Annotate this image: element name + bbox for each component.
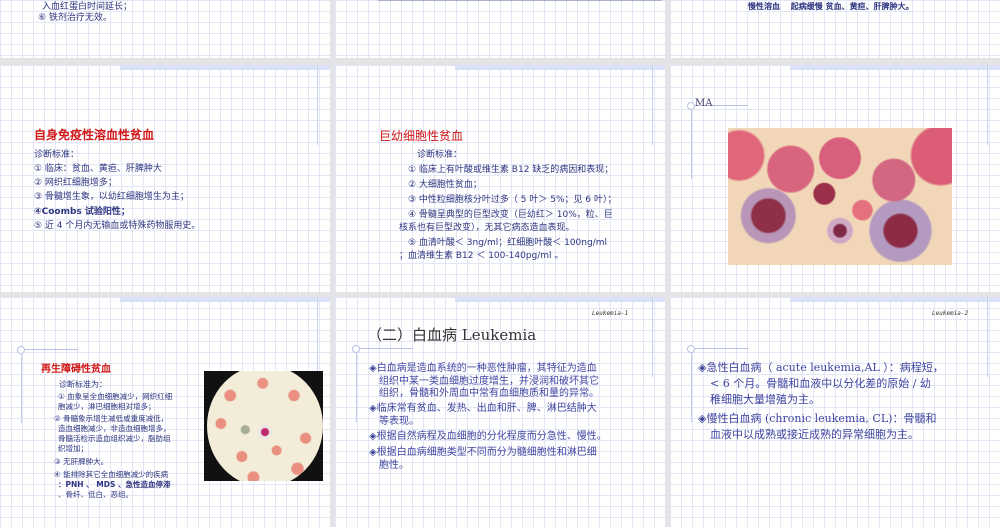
bullet-item: ◈根据白血病细胞类型不同而分为髓细胞性和淋巴细 胞性。: [369, 447, 597, 471]
slide-text-line: ① 临床上有叶酸或维生素 B12 缺乏的病因和表现；: [408, 165, 614, 175]
slide-text-line: 造血细胞减少，非造血细胞增多，: [58, 424, 171, 433]
slide-title: 自身免疫性溶血性贫血: [34, 128, 155, 142]
slide-text-line: 胞减少，淋巴细胞相对增多；: [58, 402, 156, 411]
slide-thumbnail-6[interactable]: MA: [670, 65, 1000, 292]
slide-text-line: ④Coombs 试验阳性；: [34, 207, 130, 217]
blood-smear-image: [204, 371, 323, 481]
bullet-item: ◈白血病是造血系统的一种恶性肿瘤，其特征为造血 组织中某一类血细胞过度增生，并浸润…: [369, 363, 599, 399]
slide-thumbnail-2[interactable]: [335, 0, 665, 58]
slide-title: MA: [695, 98, 713, 109]
slide-thumbnail-9[interactable]: Leukemia-2 ◈急性白血病（ acute leukemia,AL ）：病…: [670, 297, 1000, 527]
slide-thumbnail-4[interactable]: 自身免疫性溶血性贫血 诊断标准： ① 临床：贫血、黄疸、肝脾肿大 ② 网织红细胞…: [0, 65, 330, 292]
bullet-item: ◈慢性白血病 (chronic leukemia, CL)：骨髓和 血液中以成熟或…: [698, 412, 937, 441]
diamond-bullet-icon: ◈: [369, 431, 377, 442]
slide-text-line: ④ 能排除其它全血细胞减少的疾病: [54, 470, 169, 479]
slide-footer-label: Leukemia-2: [932, 310, 969, 317]
slide-text-line: ② 网织红细胞增多；: [34, 178, 117, 188]
table: [378, 0, 662, 1]
slide-text-line: 诊断标准：: [417, 150, 463, 160]
slide-text-line: ④ 骨髓呈典型的巨型改变（巨幼红＞ 10%，粒、巨: [408, 210, 613, 220]
micrograph-image: [728, 128, 952, 265]
slide-text-line: 织增加；: [58, 444, 88, 453]
diamond-bullet-icon: ◈: [369, 403, 377, 414]
bullet-item: ◈根据自然病程及血细胞的分化程度而分急性、慢性。: [369, 431, 607, 442]
slide-text-line: ⑤ 近 4 个月内无输血或特殊药物服用史。: [34, 221, 201, 231]
slide-text-line: ③ 骨髓增生象，以幼红细胞增生为主；: [34, 192, 189, 202]
slide-text-line: ；血清维生素 B12 ＜ 100-140pg/ml 。: [399, 251, 564, 261]
slide-thumbnail-1[interactable]: 入血红蛋白时间延长； ⑥ 铁剂治疗无效。: [0, 0, 330, 58]
slide-text-line: ① 临床：贫血、黄疸、肝脾肿大: [34, 164, 162, 174]
slide-text-line: ⑥ 铁剂治疗无效。: [38, 13, 112, 23]
slide-text-line: 骨髓活检示造血组织减少，脂肪组: [58, 434, 171, 443]
slide-text-line: ② 大细胞性贫血；: [408, 180, 482, 190]
slide-text-line: 诊断标准：: [34, 150, 80, 160]
diamond-bullet-icon: ◈: [369, 447, 377, 458]
slide-footer-label: Leukemia-1: [592, 310, 629, 317]
slide-title: （二）白血病 Leukemia: [367, 326, 537, 344]
slide-text-line: ③ 中性粒细胞核分叶过多（ 5 叶＞ 5%；见 6 叶）；: [408, 195, 617, 205]
slide-text-line: ② 骨髓象示增生减低或重度减低，: [54, 414, 169, 423]
slide-title: 巨幼细胞性贫血: [379, 129, 464, 143]
slide-text-line: 诊断标准为：: [59, 380, 107, 389]
slide-text-line: 、骨纤、低白、恶组。: [58, 490, 133, 499]
slide-text-line: ：PNH 、 MDS 、急性造血停滞: [58, 480, 171, 489]
slide-thumbnail-7[interactable]: 再生障碍性贫血 诊断标准为： ① 血象呈全血细胞减少，网织红细 胞减少，淋巴细胞…: [0, 297, 330, 527]
diamond-bullet-icon: ◈: [369, 363, 377, 374]
slide-thumbnail-5[interactable]: 巨幼细胞性贫血 诊断标准： ① 临床上有叶酸或维生素 B12 缺乏的病因和表现；…: [335, 65, 665, 292]
slide-text-line: ③ 无肝脾肿大。: [54, 457, 109, 466]
slide-thumbnail-3[interactable]: 慢性溶血 起病缓慢 贫血、黄疸、肝脾肿大。: [670, 0, 1000, 58]
slide-title: 再生障碍性贫血: [41, 364, 111, 375]
slide-text-line: ① 血象呈全血细胞减少，网织红细: [58, 392, 173, 401]
slide-text-line: ⑤ 血清叶酸＜ 3ng/ml；红细胞叶酸＜ 100ng/ml: [408, 238, 607, 248]
slide-thumbnail-8[interactable]: Leukemia-1 （二）白血病 Leukemia ◈白血病是造血系统的一种恶…: [335, 297, 665, 527]
bullet-item: ◈急性白血病（ acute leukemia,AL ）：病程短， < 6 个月。骨…: [698, 361, 944, 406]
bullet-item: ◈临床常有贫血、发热、出血和肝、脾、淋巴结肿大 等表现。: [369, 403, 597, 427]
slide-text-line: 核系也有巨型改变），无其它病态造血表现。: [399, 223, 575, 233]
table-row-text: 慢性溶血 起病缓慢 贫血、黄疸、肝脾肿大。: [748, 2, 914, 11]
